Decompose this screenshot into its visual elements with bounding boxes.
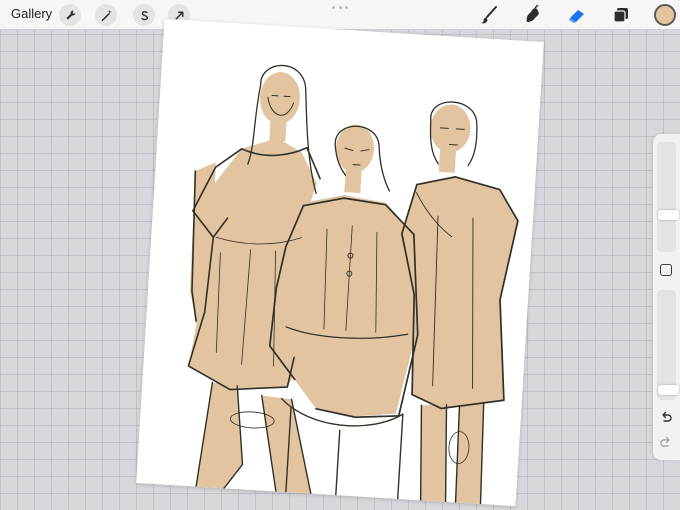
grabber-handle[interactable] [332,6,348,10]
sketch-artwork [187,64,519,505]
wrench-icon[interactable] [59,4,81,26]
selection-s-icon[interactable] [133,4,155,26]
brush-size-slider[interactable] [657,142,679,252]
eraser-icon[interactable] [565,3,589,27]
opacity-slider[interactable] [657,290,679,400]
brush-icon[interactable] [477,3,501,27]
color-picker-swatch[interactable] [654,4,676,26]
undo-icon[interactable] [658,410,674,426]
drawing-canvas[interactable] [136,18,544,507]
smudge-icon[interactable] [521,3,545,27]
side-toolbar [653,134,680,460]
top-toolbar: Gallery [0,0,680,30]
gallery-button[interactable]: Gallery [11,6,52,21]
magic-wand-icon[interactable] [95,4,117,26]
opacity-thumb[interactable] [658,385,679,395]
redo-icon[interactable] [658,435,674,451]
layers-icon[interactable] [609,3,633,27]
brush-size-thumb[interactable] [658,210,679,220]
square-icon[interactable] [660,264,672,276]
